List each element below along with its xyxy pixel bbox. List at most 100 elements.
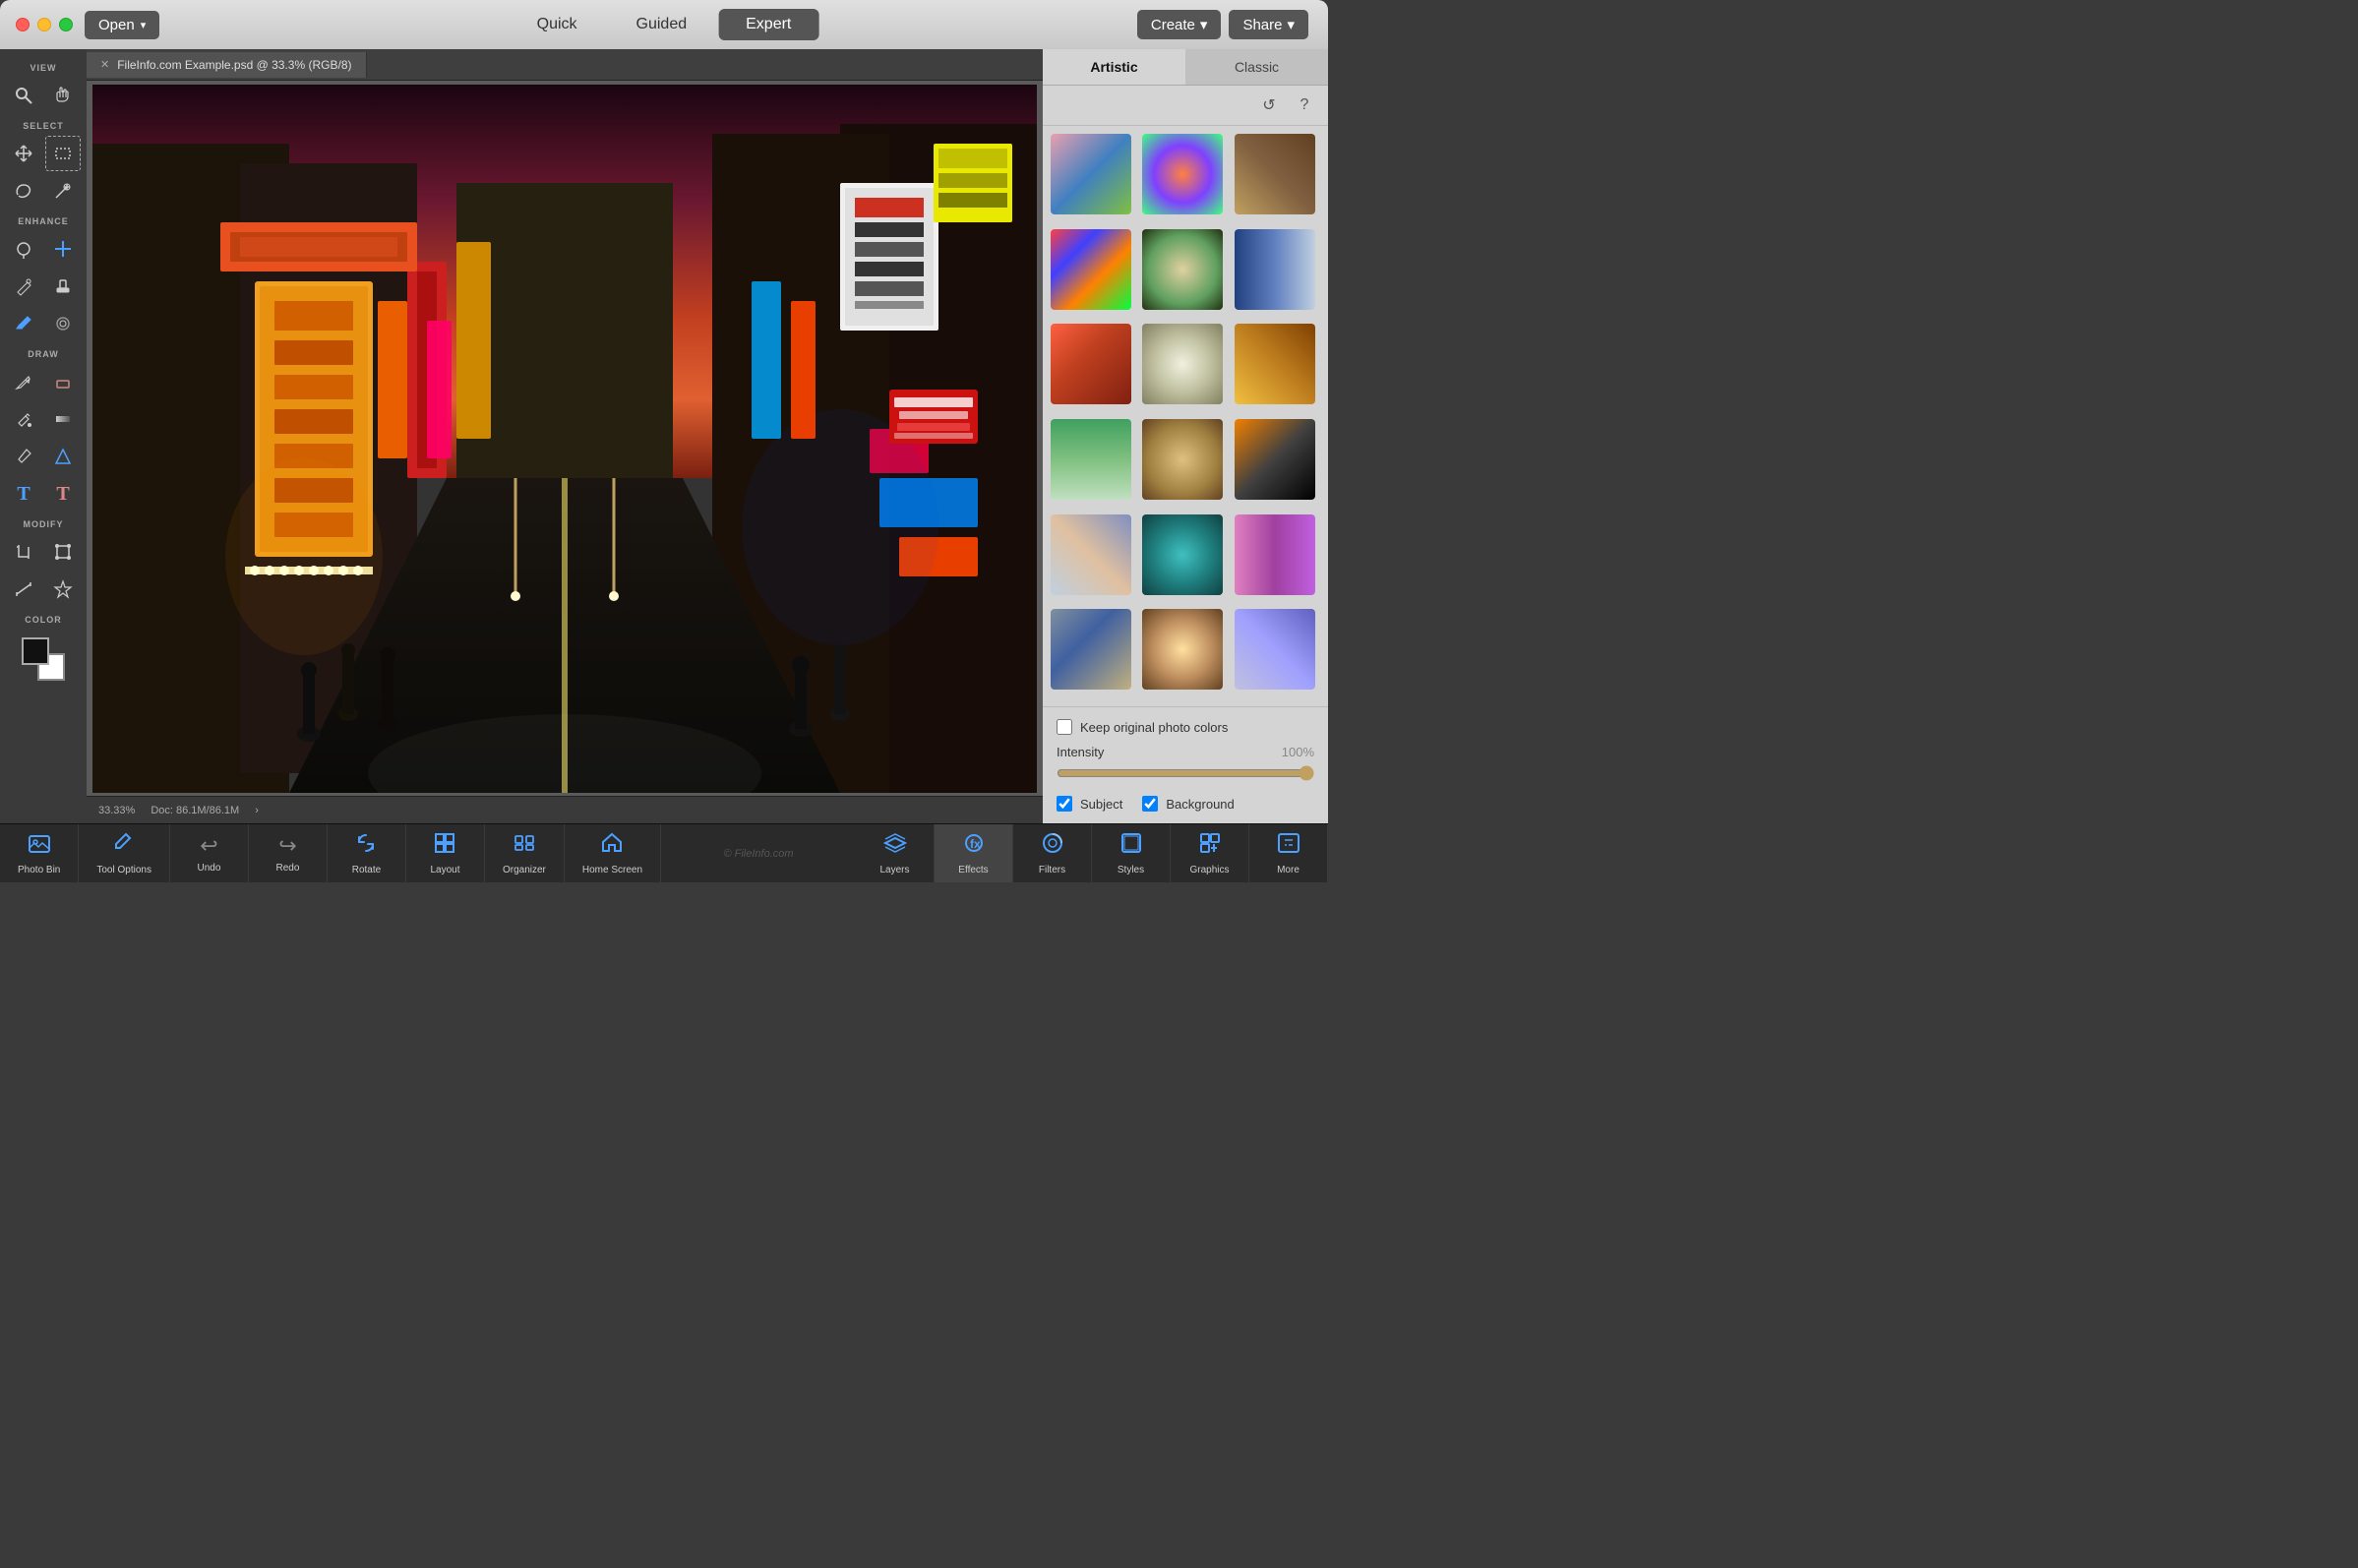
zoom-tool[interactable]: [6, 78, 41, 113]
filters-icon: [1041, 831, 1064, 861]
bottom-undo[interactable]: ↩ Undo: [170, 824, 249, 882]
lasso-tool[interactable]: [6, 173, 41, 209]
close-button[interactable]: [16, 18, 30, 31]
graphics-label: Graphics: [1189, 865, 1229, 875]
eyedropper-tool[interactable]: [6, 439, 41, 474]
subject-label[interactable]: Subject: [1057, 796, 1122, 812]
tab-quick[interactable]: Quick: [510, 9, 605, 40]
stamp-tool[interactable]: [45, 269, 81, 304]
filter-thumb-7[interactable]: [1142, 324, 1223, 404]
bottom-photo-bin[interactable]: Photo Bin: [0, 824, 79, 882]
subject-checkbox[interactable]: [1057, 796, 1072, 812]
filter-thumb-6[interactable]: [1051, 324, 1131, 404]
home-screen-icon: [600, 831, 624, 861]
filter-thumb-15[interactable]: [1051, 609, 1131, 690]
bottom-organizer[interactable]: Organizer: [485, 824, 565, 882]
bottom-layers[interactable]: Layers: [856, 824, 935, 882]
background-checkbox[interactable]: [1142, 796, 1158, 812]
bottom-graphics[interactable]: Graphics: [1171, 824, 1249, 882]
filter-thumb-16[interactable]: [1142, 609, 1223, 690]
right-panel: Artistic Classic ↺ ?: [1043, 49, 1328, 823]
bottom-redo[interactable]: ↪ Redo: [249, 824, 328, 882]
filter-thumb-12[interactable]: [1051, 514, 1131, 595]
panel-question-icon[interactable]: ?: [1291, 91, 1318, 119]
minimize-button[interactable]: [37, 18, 51, 31]
filter-thumb-17[interactable]: [1235, 609, 1315, 690]
undo-icon: ↩: [200, 833, 217, 859]
filter-thumb-0[interactable]: [1051, 134, 1131, 214]
filter-thumb-2[interactable]: [1235, 134, 1315, 214]
panel-help-icon[interactable]: ↺: [1255, 91, 1283, 119]
gradient-tool[interactable]: [45, 401, 81, 437]
paint-bucket-tool[interactable]: [6, 401, 41, 437]
tab-expert[interactable]: Expert: [718, 9, 818, 40]
filter-thumb-13[interactable]: [1142, 514, 1223, 595]
crop-tool[interactable]: [6, 534, 41, 570]
eraser-tool[interactable]: [45, 364, 81, 399]
keep-original-colors-label[interactable]: Keep original photo colors: [1057, 719, 1228, 735]
keep-colors-row: Keep original photo colors: [1057, 719, 1314, 735]
more-label: More: [1277, 865, 1300, 875]
type-tool[interactable]: T: [6, 476, 41, 512]
photo-bin-label: Photo Bin: [18, 865, 60, 875]
close-tab-icon[interactable]: ✕: [100, 58, 109, 71]
intensity-slider[interactable]: [1057, 765, 1314, 781]
tab-artistic[interactable]: Artistic: [1043, 49, 1185, 85]
bottom-rotate[interactable]: Rotate: [328, 824, 406, 882]
modify-tools-row-1: [6, 534, 81, 570]
more-arrow-icon[interactable]: ›: [255, 805, 259, 816]
status-bar: 33.33% Doc: 86.1M/86.1M ›: [87, 796, 1043, 823]
move-tool[interactable]: [6, 136, 41, 171]
magic-wand-tool[interactable]: [45, 173, 81, 209]
filter-thumb-3[interactable]: [1051, 229, 1131, 310]
pencil-tool[interactable]: [6, 364, 41, 399]
effects-label: Effects: [958, 865, 988, 875]
filter-thumb-11[interactable]: [1235, 419, 1315, 500]
intensity-row: Intensity 100%: [1057, 745, 1314, 759]
custom-shape-tool[interactable]: [45, 439, 81, 474]
hand-tool[interactable]: [45, 78, 81, 113]
filter-thumb-4[interactable]: [1142, 229, 1223, 310]
filter-thumb-9[interactable]: [1051, 419, 1131, 500]
subject-background-row: Subject Background: [1057, 796, 1314, 812]
filter-thumb-14[interactable]: [1235, 514, 1315, 595]
type-mask-tool[interactable]: T: [45, 476, 81, 512]
keep-original-colors-checkbox[interactable]: [1057, 719, 1072, 735]
healing-tool[interactable]: [45, 231, 81, 267]
share-button[interactable]: Share ▾: [1229, 10, 1308, 39]
bottom-home-screen[interactable]: Home Screen: [565, 824, 661, 882]
open-button[interactable]: Open ▾: [85, 11, 159, 39]
bottom-tool-options[interactable]: Tool Options: [79, 824, 170, 882]
maximize-button[interactable]: [59, 18, 73, 31]
straighten-tool[interactable]: [6, 572, 41, 607]
filter-thumb-8[interactable]: [1235, 324, 1315, 404]
background-label[interactable]: Background: [1142, 796, 1234, 812]
document-tab[interactable]: ✕ FileInfo.com Example.psd @ 33.3% (RGB/…: [87, 52, 367, 78]
tab-guided[interactable]: Guided: [609, 9, 715, 40]
bottom-more[interactable]: More: [1249, 824, 1328, 882]
canvas-wrapper[interactable]: [87, 81, 1043, 796]
dropper-tool[interactable]: [6, 306, 41, 341]
transform-tool[interactable]: [45, 534, 81, 570]
bottom-styles[interactable]: Styles: [1092, 824, 1171, 882]
canvas-area: ✕ FileInfo.com Example.psd @ 33.3% (RGB/…: [87, 49, 1043, 823]
create-button[interactable]: Create ▾: [1137, 10, 1222, 39]
brush-tool[interactable]: [6, 269, 41, 304]
foreground-color-swatch[interactable]: [22, 637, 49, 665]
draw-tools-row-4: T T: [6, 476, 81, 512]
filter-thumb-10[interactable]: [1142, 419, 1223, 500]
blur-tool[interactable]: [45, 306, 81, 341]
tab-classic[interactable]: Classic: [1185, 49, 1328, 85]
filter-thumb-1[interactable]: [1142, 134, 1223, 214]
bottom-filters[interactable]: Filters: [1013, 824, 1092, 882]
bottom-effects[interactable]: fx Effects: [935, 824, 1013, 882]
marquee-tool[interactable]: [45, 136, 81, 171]
auto-tool[interactable]: [45, 572, 81, 607]
intensity-slider-row: [1057, 765, 1314, 786]
color-swatches[interactable]: [22, 637, 65, 681]
bottom-layout[interactable]: Layout: [406, 824, 485, 882]
dodge-tool[interactable]: [6, 231, 41, 267]
rotate-icon: [354, 831, 378, 861]
intensity-value: 100%: [1282, 745, 1314, 759]
filter-thumb-5[interactable]: [1235, 229, 1315, 310]
